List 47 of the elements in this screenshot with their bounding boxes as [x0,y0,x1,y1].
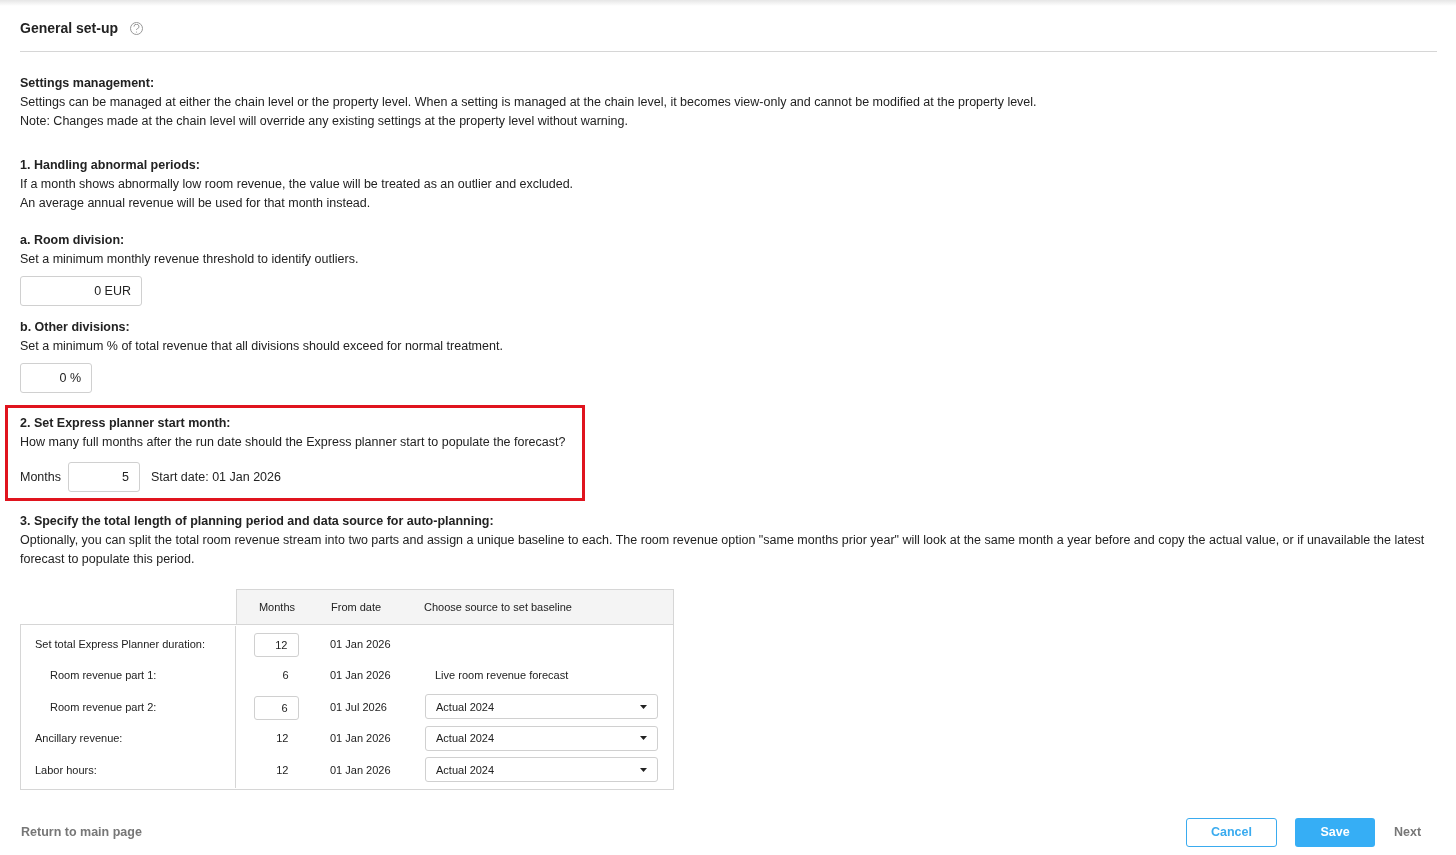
body-text: If a month shows abnormally low room revenue, the value will be treated as an outlier and excluded. [20,176,575,193]
source-dropdown[interactable]: Actual 2024 [425,757,658,783]
page-title: General set-up [20,19,119,38]
date-value: 01 Jan 2026 [330,637,391,650]
body-text: Optionally, you can split the total room revenue stream into two parts and assign a unique baseline to each. The room revenue option "same months prior year" will look at the same month a year before and copy the actual value, or if unavailable the latest forecast to populate this period. [20,532,1426,568]
section-heading: a. Room division: [20,232,126,249]
row-label: Labor hours: [34,762,97,777]
caret-icon [640,704,647,709]
row-label: Room revenue part 1: [49,668,157,683]
return-link[interactable]: Return to main page [20,822,142,842]
source-dropdown[interactable]: Actual 2024 [425,725,658,751]
caret-icon [640,736,647,741]
date-value: 01 Jan 2026 [330,732,391,745]
row-label: Set total Express Planner duration: [34,636,205,651]
section-heading: 2. Set Express planner start month: [20,415,232,432]
row-label: Room revenue part 2: [49,699,157,714]
date-value: 01 Jan 2026 [330,669,391,682]
caret-icon [640,767,647,772]
column-header: Months [257,600,297,614]
body-text: An average annual revenue will be used for that month instead. [20,195,372,212]
column-header: From date [330,600,383,614]
section-heading: b. Other divisions: [20,319,131,336]
date-value: 01 Jan 2026 [330,763,391,776]
body-text: How many full months after the run date should the Express planner start to populate the forecast? [20,434,567,451]
body-text: Set a minimum % of total revenue that all divisions should exceed for normal treatment. [20,338,504,355]
months-field[interactable]: 6 [253,696,299,721]
section-heading: Settings management: [20,75,156,92]
number-field[interactable]: 5 [68,462,140,492]
months-field[interactable]: 12 [253,633,299,658]
section-heading: 3. Specify the total length of planning period and data source for auto-planning: [20,513,495,530]
body-text: Set a minimum monthly revenue threshold to identify outliers. [20,251,360,268]
months-value: 12 [276,762,289,777]
next-button[interactable]: Next [1389,817,1437,847]
column-header: Choose source to set baseline [423,600,573,614]
field-label: Months [20,468,61,486]
body-text: Settings can be managed at either the chain level or the property level. When a setting is managed at the chain level, it becomes view-only and cannot be modified at the property level. [20,94,1038,111]
row-label: Ancillary revenue: [34,731,123,746]
source-dropdown[interactable]: Actual 2024 [425,694,658,720]
months-value: 12 [276,731,289,746]
number-field[interactable]: 0 EUR [20,276,142,306]
months-value: 6 [282,668,289,683]
number-field[interactable]: 0 % [20,363,92,393]
section-heading: 1. Handling abnormal periods: [20,157,201,174]
start-date-text: Start date: 01 Jan 2026 [151,468,281,486]
source-text: Live room revenue forecast [434,668,569,683]
date-value: 01 Jul 2026 [330,700,387,713]
body-text: Note: Changes made at the chain level will override any existing settings at the property level without warning. [20,113,629,130]
